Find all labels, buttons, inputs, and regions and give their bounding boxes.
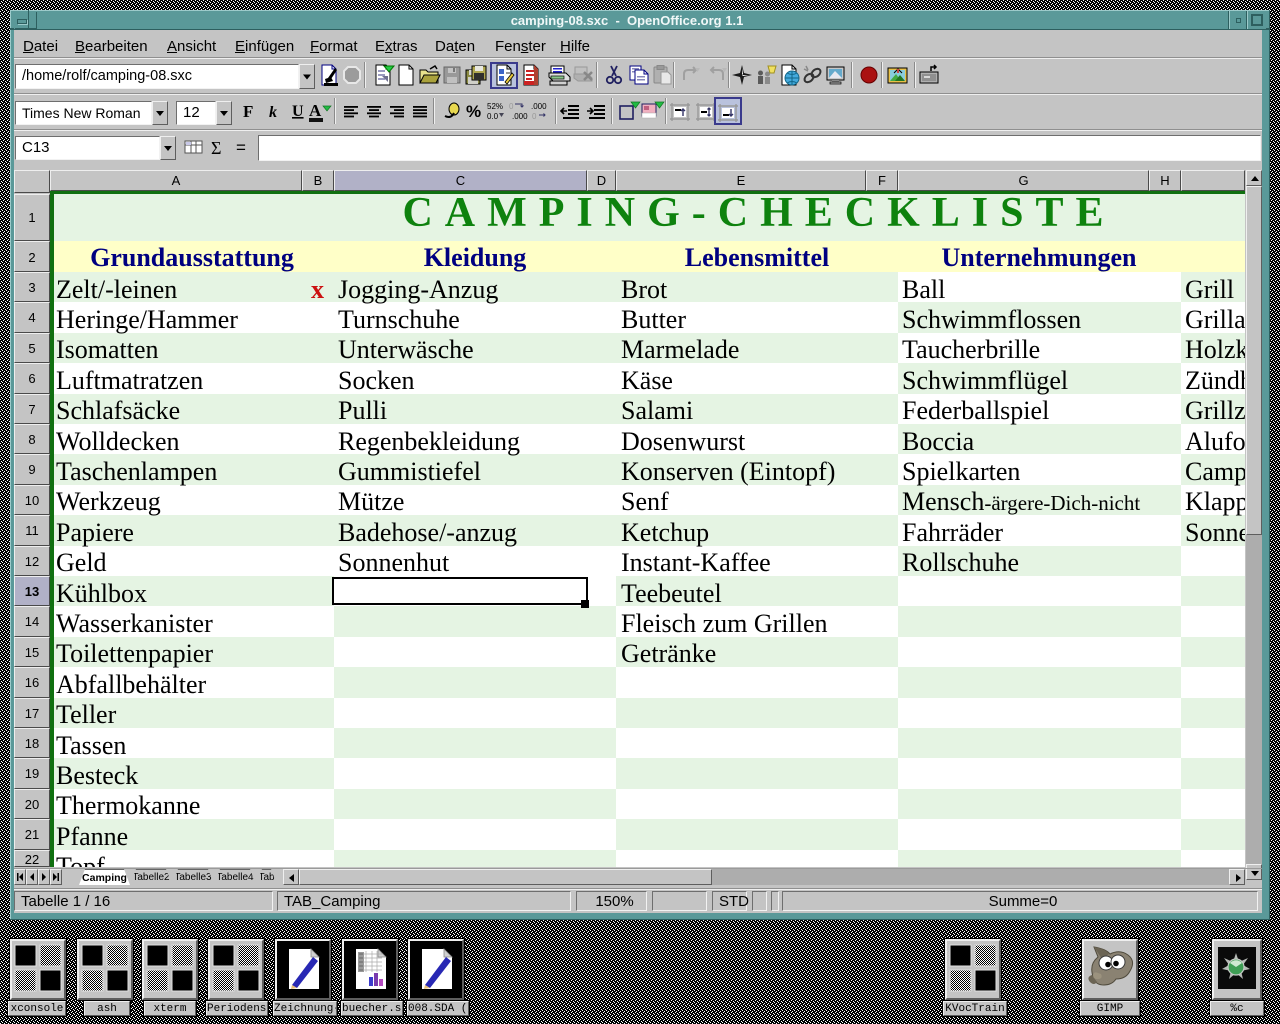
svg-text:%: % <box>466 102 481 121</box>
svg-text:.000: .000 <box>531 102 547 111</box>
svg-text:.000: .000 <box>512 112 528 121</box>
svg-text:=: = <box>236 138 246 157</box>
svg-text:A: A <box>309 101 322 120</box>
svg-text:F: F <box>243 102 253 121</box>
svg-text:52%: 52% <box>487 102 503 111</box>
svg-text:U: U <box>292 103 304 120</box>
svg-text:0: 0 <box>532 112 537 121</box>
svg-text:Σ: Σ <box>211 138 221 158</box>
svg-text:0.0: 0.0 <box>487 112 499 121</box>
svg-text:0: 0 <box>509 102 514 111</box>
svg-text:k: k <box>269 104 277 121</box>
